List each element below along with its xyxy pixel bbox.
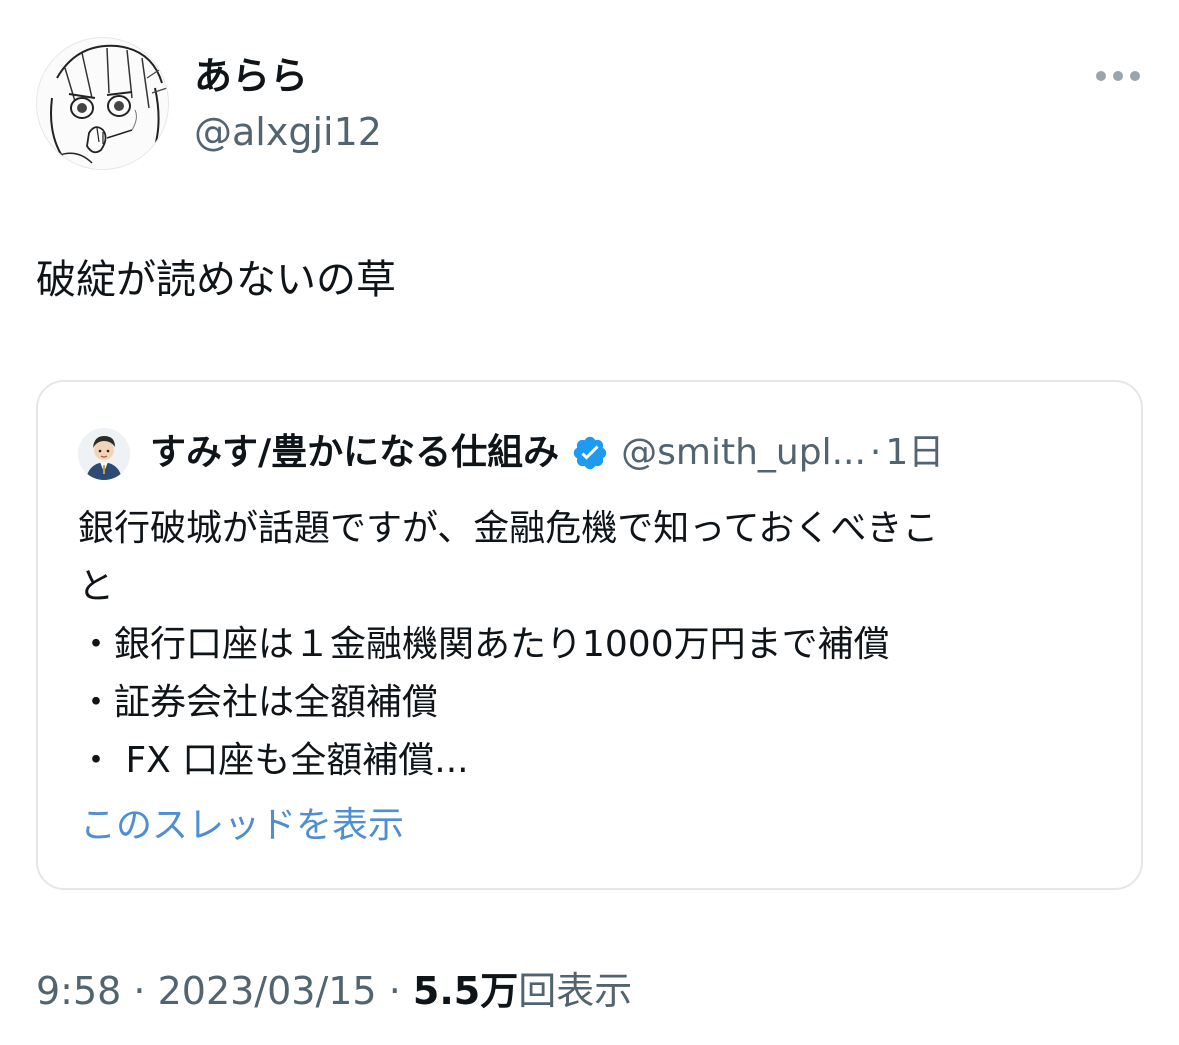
quote-line: と [78, 566, 115, 607]
author-handle[interactable]: @alxgji12 [194, 108, 382, 156]
meta-separator: · [376, 969, 413, 1013]
quote-body: 銀行破城が話題ですが、金融危機で知っておくべきこ と ・銀行口座は１金融機関あた… [78, 500, 1098, 790]
tweet-time[interactable]: 9:58 [36, 969, 121, 1013]
author-display-name[interactable]: あらら [194, 52, 308, 100]
quote-line: ・証券会社は全額補償 [78, 682, 439, 723]
quote-line: ・銀行口座は１金融機関あたり1000万円まで補償 [78, 624, 890, 665]
tweet-meta: 9:58 · 2023/03/15 · 5.5万回表示 [36, 964, 632, 1018]
views-label: 回表示 [518, 969, 633, 1013]
quote-line: ・ FX 口座も全額補償... [78, 740, 469, 781]
tweet-text: 破綻が読めないの草 [36, 257, 396, 303]
more-horizontal-icon [1096, 71, 1140, 81]
show-thread-link[interactable]: このスレッドを表示 [80, 800, 404, 852]
quote-separator: · [869, 432, 882, 473]
quote-author-avatar[interactable] [78, 428, 130, 480]
more-options-button[interactable] [1090, 58, 1146, 94]
quote-line: 銀行破城が話題ですが、金融危機で知っておくべきこ [78, 508, 939, 549]
meta-separator: · [121, 969, 158, 1013]
views-count[interactable]: 5.5万 [413, 969, 518, 1013]
quote-author-name[interactable]: すみす/豊かになる仕組み [150, 426, 559, 480]
quoted-tweet-card[interactable]: すみす/豊かになる仕組み @smith_upl... · 1日 銀行破城が話題で… [36, 380, 1143, 890]
verified-badge-icon [571, 434, 609, 472]
author-avatar[interactable] [36, 37, 169, 170]
tweet-date[interactable]: 2023/03/15 [158, 969, 377, 1013]
quote-author-handle[interactable]: @smith_upl... [621, 426, 866, 480]
quote-header: すみす/豊かになる仕組み @smith_upl... · 1日 [150, 426, 944, 480]
quote-timestamp[interactable]: 1日 [885, 426, 944, 480]
